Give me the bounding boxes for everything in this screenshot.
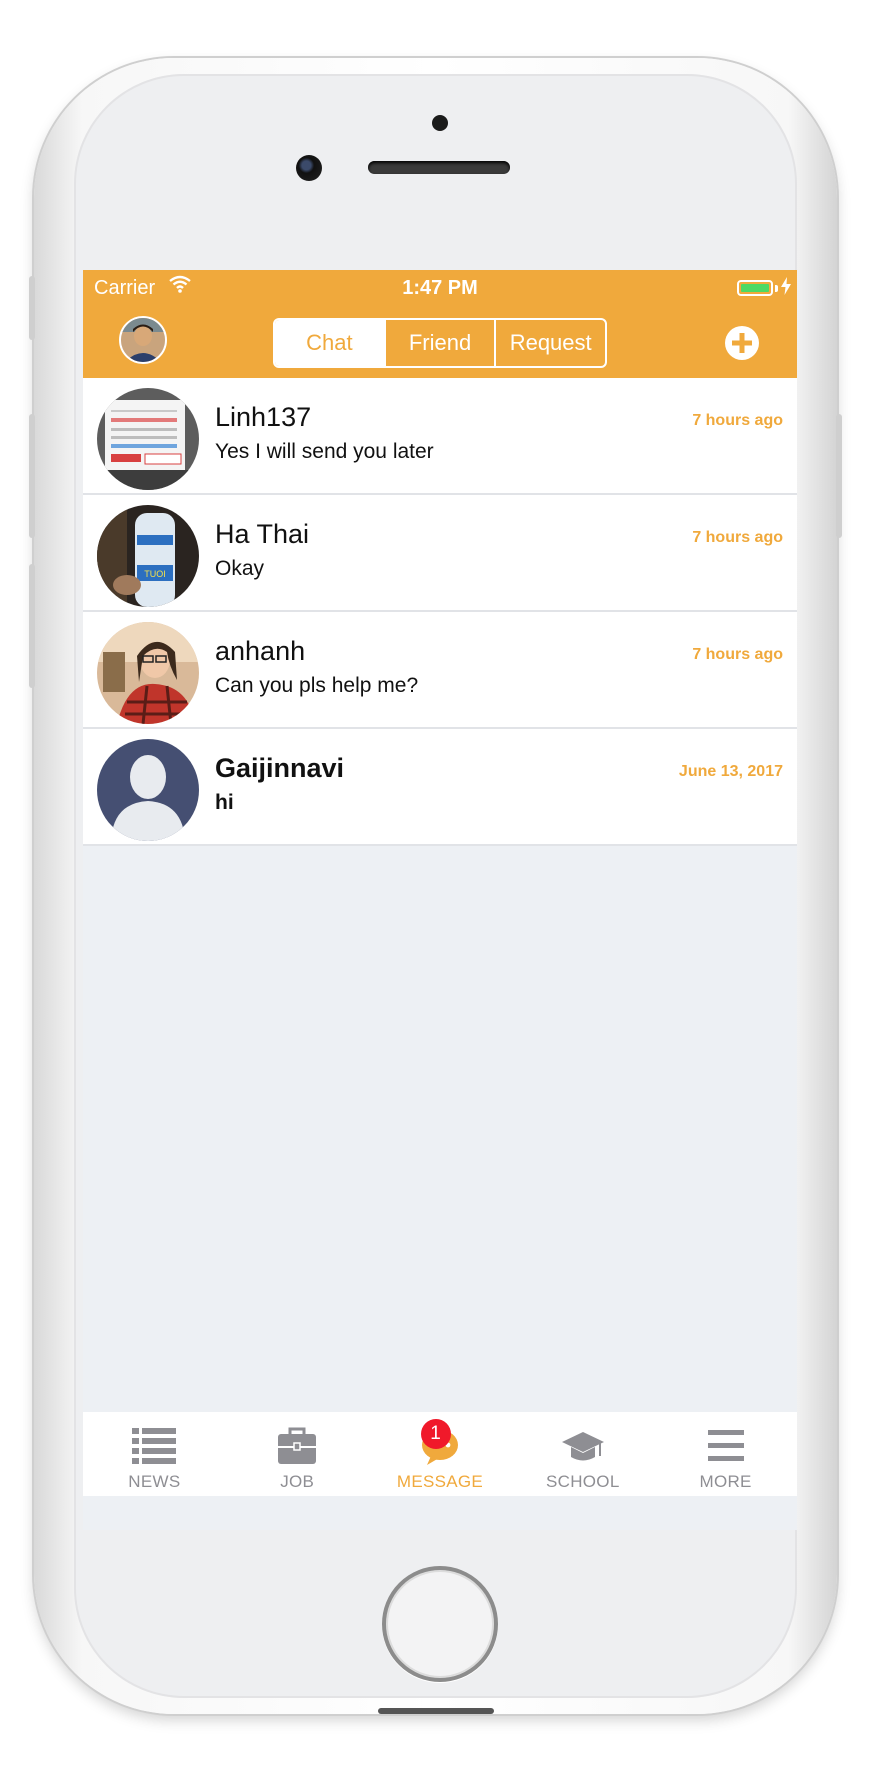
contact-name: Linh137 (215, 402, 312, 432)
volume-up-button (29, 414, 35, 538)
battery-tip (775, 285, 778, 292)
unread-badge: 1 (420, 1419, 451, 1449)
mute-switch (29, 276, 35, 340)
avatar (97, 388, 199, 490)
tab-job[interactable]: JOB (226, 1412, 369, 1496)
list-icon (131, 1426, 177, 1466)
message-time: 7 hours ago (692, 646, 783, 663)
message-time: June 13, 2017 (678, 763, 783, 780)
avatar: TUOI (97, 505, 199, 607)
earpiece-speaker (368, 161, 510, 174)
avatar (97, 622, 199, 724)
tab-label: MORE (699, 1472, 752, 1491)
profile-avatar[interactable] (119, 316, 167, 364)
contact-name: Gaijinnavi (215, 753, 345, 783)
tab-friend[interactable]: Friend (386, 320, 497, 366)
last-message: Yes I will send you later (215, 440, 434, 463)
graduation-cap-icon (560, 1426, 606, 1466)
home-button[interactable] (382, 1566, 498, 1682)
tab-chat[interactable]: Chat (275, 320, 386, 366)
last-message: Can you pls help me? (215, 674, 419, 697)
svg-text:TUOI: TUOI (144, 569, 166, 579)
tab-news[interactable]: NEWS (83, 1412, 226, 1496)
volume-down-button (29, 564, 35, 688)
contact-name: anhanh (215, 636, 306, 666)
bottom-edge (378, 1708, 494, 1714)
conversation-row[interactable]: Gaijinnavi hi June 13, 2017 (83, 729, 797, 846)
tab-bar: NEWS JOB MESSAGE 1 SCHOOL MORE (83, 1412, 797, 1496)
tab-label: JOB (280, 1472, 315, 1491)
conversation-row[interactable]: TUOI Ha Thai Okay 7 hours ago (83, 495, 797, 612)
tab-school[interactable]: SCHOOL (511, 1412, 654, 1496)
tab-request[interactable]: Request (496, 320, 605, 366)
tab-more[interactable]: MORE (654, 1412, 797, 1496)
nav-bar: Chat Friend Request (83, 306, 797, 378)
segmented-control: Chat Friend Request (273, 318, 607, 368)
avatar (97, 739, 199, 841)
message-time: 7 hours ago (692, 412, 783, 429)
contact-name: Ha Thai (215, 519, 310, 549)
app-screen: Carrier 1:47 PM Chat Friend Request Linh… (83, 270, 797, 1530)
charging-bolt-icon (781, 277, 791, 301)
briefcase-icon (274, 1426, 320, 1466)
conversation-list: Linh137 Yes I will send you later 7 hour… (83, 378, 797, 846)
tab-message[interactable]: MESSAGE 1 (369, 1412, 512, 1496)
proximity-sensor (432, 115, 448, 131)
plus-circle-icon[interactable] (723, 324, 761, 362)
last-message: Okay (215, 557, 265, 580)
front-camera (296, 155, 322, 181)
tab-label: MESSAGE (396, 1472, 484, 1491)
hamburger-menu-icon (703, 1426, 749, 1466)
tab-label: SCHOOL (545, 1472, 620, 1491)
power-button (836, 414, 842, 538)
clock: 1:47 PM (402, 277, 478, 299)
status-bar: Carrier 1:47 PM (83, 270, 797, 306)
last-message: hi (215, 791, 234, 814)
conversation-row[interactable]: Linh137 Yes I will send you later 7 hour… (83, 378, 797, 495)
battery-icon (737, 280, 773, 296)
message-time: 7 hours ago (692, 529, 783, 546)
conversation-row[interactable]: anhanh Can you pls help me? 7 hours ago (83, 612, 797, 729)
tab-label: NEWS (128, 1472, 181, 1491)
